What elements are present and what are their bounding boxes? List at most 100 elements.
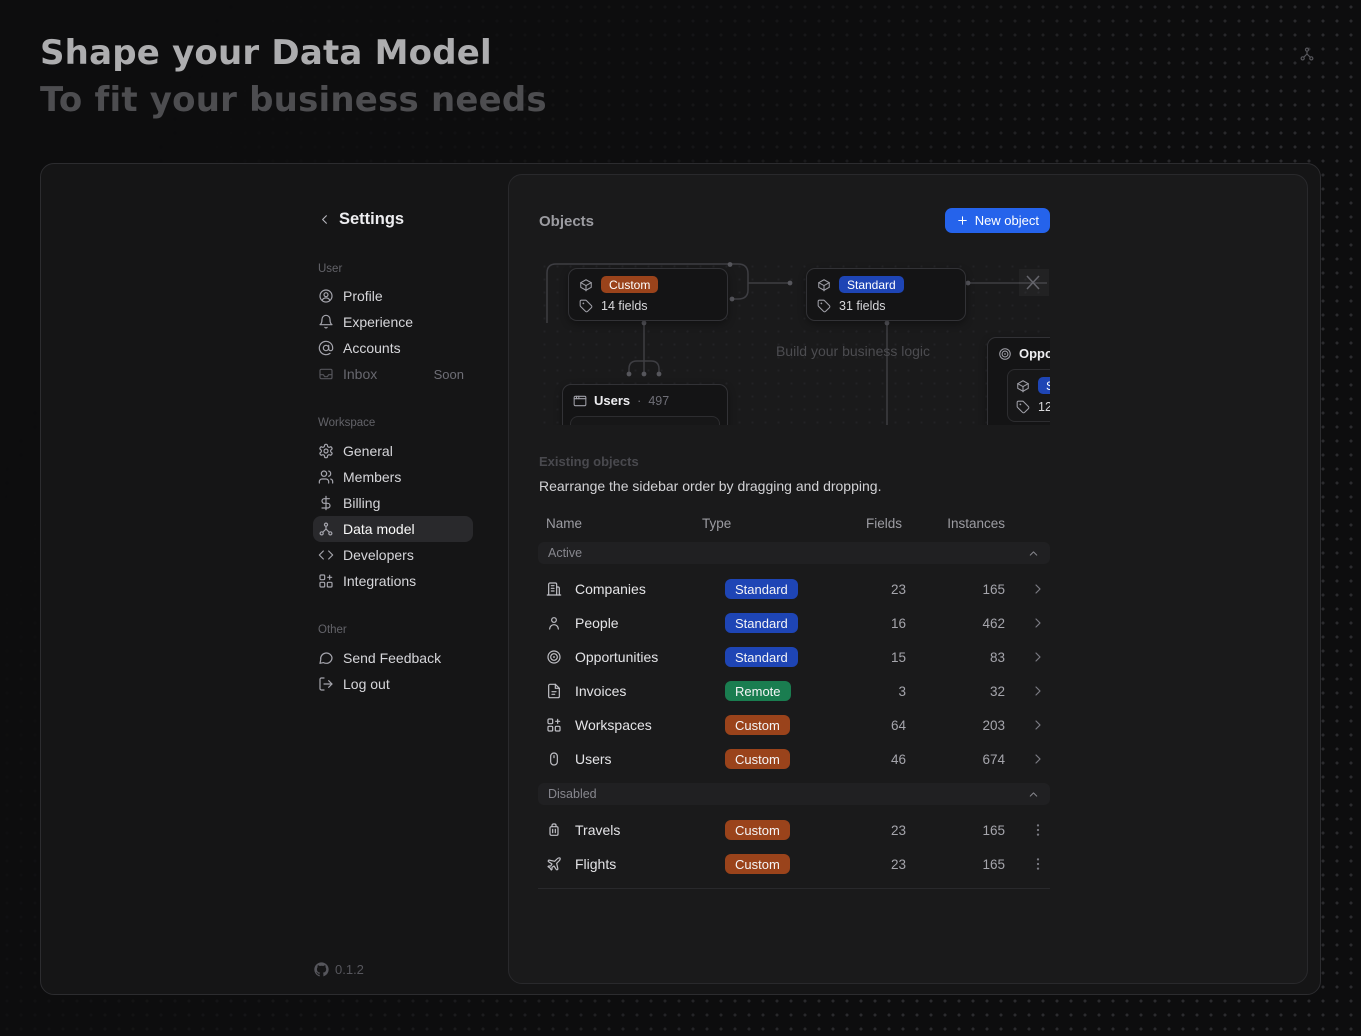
sidebar-item-members[interactable]: Members — [313, 464, 473, 490]
sidebar-item-label: Inbox — [343, 366, 377, 382]
table-row-travels[interactable]: Travels Custom 23 165 — [538, 813, 1050, 847]
diagram-users-card[interactable]: Users · 497 — [562, 384, 728, 425]
table-row-companies[interactable]: Companies Standard 23 165 — [538, 572, 1050, 606]
new-object-label: New object — [975, 213, 1039, 228]
section-label-other: Other — [313, 624, 473, 640]
section-label-workspace: Workspace — [313, 417, 473, 433]
type-badge: Standard — [725, 613, 798, 633]
bell-icon — [318, 314, 334, 330]
sidebar-item-label: Log out — [343, 676, 390, 692]
gear-icon — [318, 443, 334, 459]
chevron-right-icon[interactable] — [1030, 649, 1046, 665]
table-row-workspaces[interactable]: Workspaces Custom 64 203 — [538, 708, 1050, 742]
table-column-headers: Name Type Fields Instances — [538, 516, 1050, 533]
instances-value: 32 — [990, 674, 1005, 708]
type-badge: Custom — [725, 749, 790, 769]
grid-plus-icon — [318, 573, 334, 589]
sidebar-item-billing[interactable]: Billing — [313, 490, 473, 516]
type-badge: Standard — [725, 579, 798, 599]
data-model-diagram[interactable]: Custom 14 fields Standard 31 fields — [538, 260, 1050, 425]
settings-sidebar: Settings User Profile Experience Account… — [313, 208, 473, 697]
table-row-flights[interactable]: Flights Custom 23 165 — [538, 847, 1050, 881]
chevron-up-icon[interactable] — [1027, 788, 1040, 801]
sidebar-item-general[interactable]: General — [313, 438, 473, 464]
sidebar-item-developers[interactable]: Developers — [313, 542, 473, 568]
instances-value: 165 — [982, 813, 1005, 847]
fields-count: 12 fields — [1038, 400, 1050, 414]
chevron-right-icon[interactable] — [1030, 615, 1046, 631]
group-label: Disabled — [548, 787, 597, 801]
group-header-disabled[interactable]: Disabled — [538, 783, 1050, 805]
data-model-icon — [1299, 46, 1315, 62]
chevron-right-icon[interactable] — [1030, 581, 1046, 597]
sidebar-item-label: Profile — [343, 288, 383, 304]
settings-title: Settings — [339, 210, 404, 229]
type-badge: Standard — [1038, 377, 1050, 394]
version-number: 0.1.2 — [335, 962, 364, 977]
table-row-people[interactable]: People Standard 16 462 — [538, 606, 1050, 640]
plus-icon — [956, 214, 969, 227]
sidebar-item-profile[interactable]: Profile — [313, 283, 473, 309]
message-circle-icon — [318, 650, 334, 666]
target-icon — [998, 347, 1012, 361]
chevron-up-icon[interactable] — [1027, 547, 1040, 560]
fields-value: 46 — [891, 742, 906, 776]
code-icon — [318, 547, 334, 563]
type-badge: Standard — [725, 647, 798, 667]
box-icon — [817, 278, 831, 292]
table-row-opportunities[interactable]: Opportunities Standard 15 83 — [538, 640, 1050, 674]
tag-icon — [817, 299, 831, 313]
chevron-right-icon[interactable] — [1030, 717, 1046, 733]
dot-separator: · — [637, 394, 641, 408]
sidebar-item-experience[interactable]: Experience — [313, 309, 473, 335]
object-name: Travels — [575, 822, 620, 838]
fields-value: 3 — [898, 674, 906, 708]
sidebar-item-label: Members — [343, 469, 401, 485]
chevron-right-icon[interactable] — [1030, 751, 1046, 767]
group-header-active[interactable]: Active — [538, 542, 1050, 564]
diagram-opportunities-card[interactable]: Opportunities Standard 12 fields — [987, 337, 1050, 425]
instances-value: 462 — [982, 606, 1005, 640]
chevron-right-icon[interactable] — [1030, 683, 1046, 699]
object-name: Companies — [575, 581, 646, 597]
object-name: Users — [594, 393, 630, 408]
instances-value: 165 — [982, 847, 1005, 881]
instances-value: 674 — [982, 742, 1005, 776]
page-subtitle: To fit your business needs — [40, 80, 547, 120]
file-icon — [546, 683, 562, 699]
sidebar-item-send-feedback[interactable]: Send Feedback — [313, 645, 473, 671]
settings-back-button[interactable]: Settings — [313, 208, 473, 230]
object-name: Opportunities — [1019, 346, 1050, 361]
column-name: Name — [546, 516, 582, 531]
fields-value: 23 — [891, 572, 906, 606]
sidebar-item-label: Accounts — [343, 340, 401, 356]
table-row-users[interactable]: Users Custom 46 674 — [538, 742, 1050, 776]
sidebar-item-integrations[interactable]: Integrations — [313, 568, 473, 594]
sidebar-item-accounts[interactable]: Accounts — [313, 335, 473, 361]
type-badge: Custom — [725, 820, 790, 840]
diagram-custom-object-card[interactable]: Custom 14 fields — [568, 268, 728, 321]
tag-icon — [1016, 400, 1030, 414]
sidebar-item-label: Developers — [343, 547, 414, 563]
diagram-standard-object-card[interactable]: Standard 31 fields — [806, 268, 966, 321]
object-name: People — [575, 615, 619, 631]
instances-value: 203 — [982, 708, 1005, 742]
kebab-menu-icon[interactable] — [1030, 822, 1046, 838]
inbox-icon — [318, 366, 334, 382]
sidebar-item-data-model[interactable]: Data model — [313, 516, 473, 542]
table-row-invoices[interactable]: Invoices Remote 3 32 — [538, 674, 1050, 708]
new-object-button[interactable]: New object — [945, 208, 1050, 233]
log-out-icon — [318, 676, 334, 692]
type-badge: Custom — [725, 715, 790, 735]
kebab-menu-icon[interactable] — [1030, 856, 1046, 872]
sidebar-item-log-out[interactable]: Log out — [313, 671, 473, 697]
users-icon — [318, 469, 334, 485]
fields-value: 23 — [891, 813, 906, 847]
user-circle-icon — [318, 288, 334, 304]
instances-value: 165 — [982, 572, 1005, 606]
existing-objects-heading: Existing objects — [539, 454, 639, 469]
type-badge: Custom — [725, 854, 790, 874]
diagram-hint: Build your business logic — [776, 343, 930, 359]
object-name: Workspaces — [575, 717, 652, 733]
github-icon — [314, 962, 329, 977]
